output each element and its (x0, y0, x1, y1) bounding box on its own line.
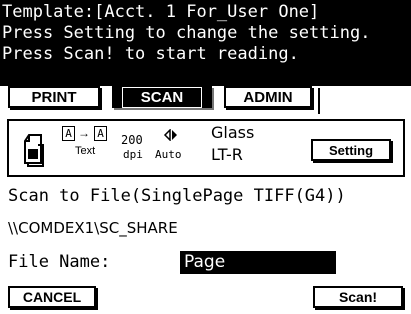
scan-settings-panel: A → A Text 200 dpi Auto Glass LT-R Setti… (7, 119, 405, 177)
tab-scan-label: SCAN (121, 86, 203, 108)
tab-print[interactable]: PRINT (8, 86, 100, 108)
density-label: Auto (155, 148, 182, 161)
file-name-label: File Name: (8, 252, 111, 272)
original-size-label: LT-R (211, 145, 243, 164)
document-original-icon (24, 134, 44, 167)
tab-scan[interactable]: SCAN (112, 86, 212, 108)
original-mode-label: Text (75, 145, 96, 157)
original-source-label: Glass (211, 123, 255, 142)
template-line: Template:[Acct. 1 For_User One] (2, 2, 320, 22)
setting-button[interactable]: Setting (311, 139, 391, 161)
instruction-line-scan: Press Scan! to start reading. (2, 44, 299, 64)
mode-to-letter: A (94, 126, 107, 141)
instruction-line-setting: Press Setting to change the setting. (2, 23, 371, 43)
scan-destination-format: Scan to File(SinglePage TIFF(G4)) (8, 186, 346, 206)
file-name-field[interactable]: Page (180, 251, 336, 274)
mode-from-letter: A (62, 126, 75, 141)
cancel-button[interactable]: CANCEL (8, 286, 96, 308)
instruction-header: Template:[Acct. 1 For_User One] Press Se… (0, 0, 411, 86)
resolution-value: 200 (121, 133, 143, 147)
tab-divider (318, 88, 320, 114)
tab-bar: PRINT SCAN ADMIN (0, 84, 411, 114)
arrow-right-icon: → (78, 126, 90, 140)
original-mode-icon: A → A (62, 126, 114, 146)
scan-button[interactable]: Scan! (313, 286, 403, 308)
tab-admin-label: ADMIN (243, 88, 293, 106)
density-icon (163, 129, 177, 141)
tab-admin[interactable]: ADMIN (224, 86, 312, 108)
tab-print-label: PRINT (31, 88, 77, 106)
scan-destination-path: \\COMDEX1\SC_SHARE (8, 219, 178, 237)
resolution-unit: dpi (123, 148, 143, 161)
